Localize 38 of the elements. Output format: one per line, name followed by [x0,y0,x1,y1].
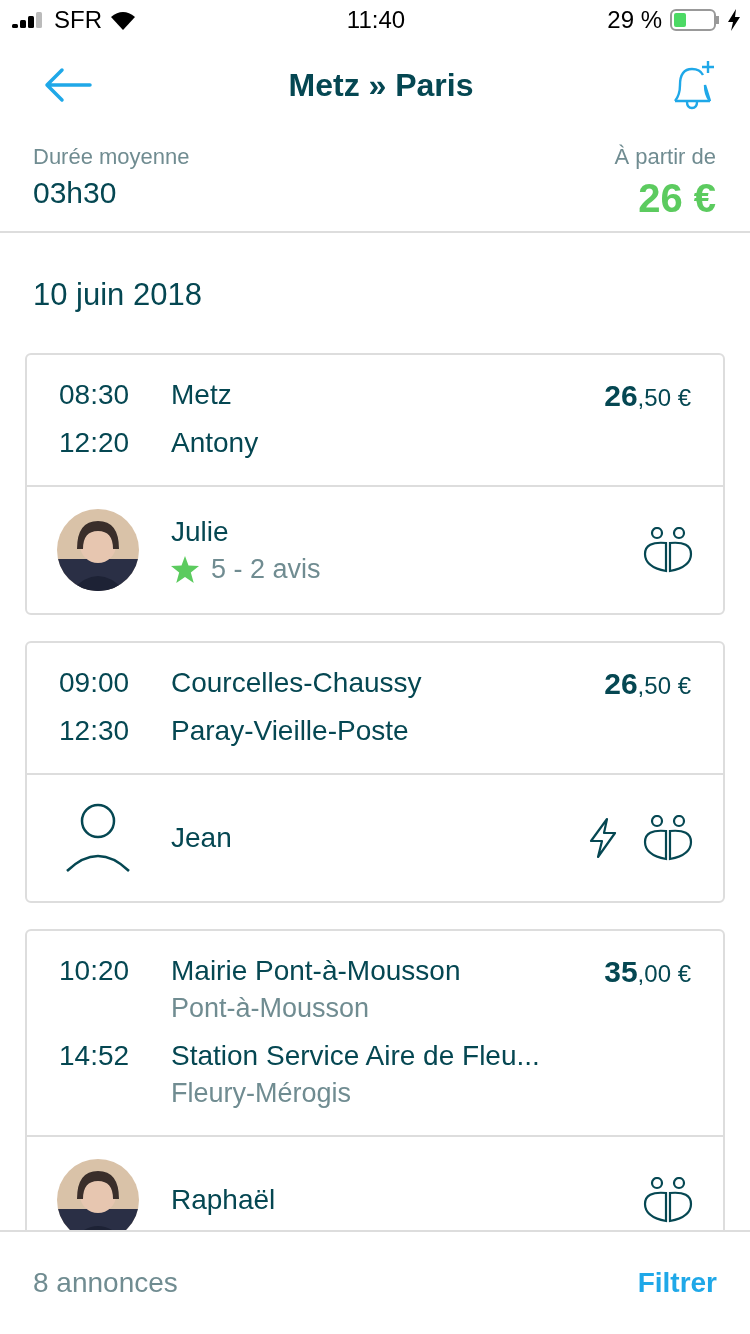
stop-city: Pont-à-Mousson [171,993,371,1024]
ride-price: 35,00 € [604,955,691,990]
carrier-name: SFR [54,6,102,34]
price-label: À partir de [614,144,716,170]
charging-icon [728,9,740,31]
lowest-price: 26 € [638,176,716,221]
page-title: Metz » Paris [288,66,474,104]
driver-rating: 5 - 2 avis [211,553,321,585]
wifi-icon [110,10,136,30]
ride-card[interactable]: 08:30 Metz 12:20 Antony 26,50 € Julie 5 - 2 avis [25,353,725,615]
ride-price: 26,50 € [604,379,691,414]
ride-price: 26,50 € [604,667,691,702]
stop-time: 14:52 [59,1040,131,1073]
back-button[interactable] [44,67,92,103]
stop-place: Paray-Vieille-Poste [171,715,409,747]
stop-time: 12:20 [59,427,131,459]
driver-name: Jean [171,822,233,854]
stop-city: Fleury-Mérogis [171,1078,353,1109]
star-icon [171,555,199,583]
stop-place: Antony [171,427,259,459]
stop-place: Mairie Pont-à-Mousson [171,955,461,987]
battery-percentage: 29 % [607,6,662,34]
stop-place: Station Service Aire de Fleu... [171,1040,540,1072]
driver-name: Julie [171,515,230,548]
stop-place: Metz [171,379,232,411]
stop-time: 09:00 [59,667,131,699]
date-heading: 10 juin 2018 [32,276,203,314]
ride-card[interactable]: 09:00 Courcelles-Chaussy 12:30 Paray-Vieille-Poste 26,50 € Jean [25,641,725,903]
stop-time: 10:20 [59,955,131,988]
results-count: 8 annonces [33,1267,178,1299]
battery-icon [670,9,720,31]
stop-time: 12:30 [59,715,131,747]
driver-name: Raphaël [171,1184,277,1216]
stop-time: 08:30 [59,379,131,411]
duration-value: 03h30 [33,176,117,210]
clock-time: 11:40 [346,6,406,34]
duration-label: Durée moyenne [33,144,190,170]
stop-place: Courcelles-Chaussy [171,667,422,699]
